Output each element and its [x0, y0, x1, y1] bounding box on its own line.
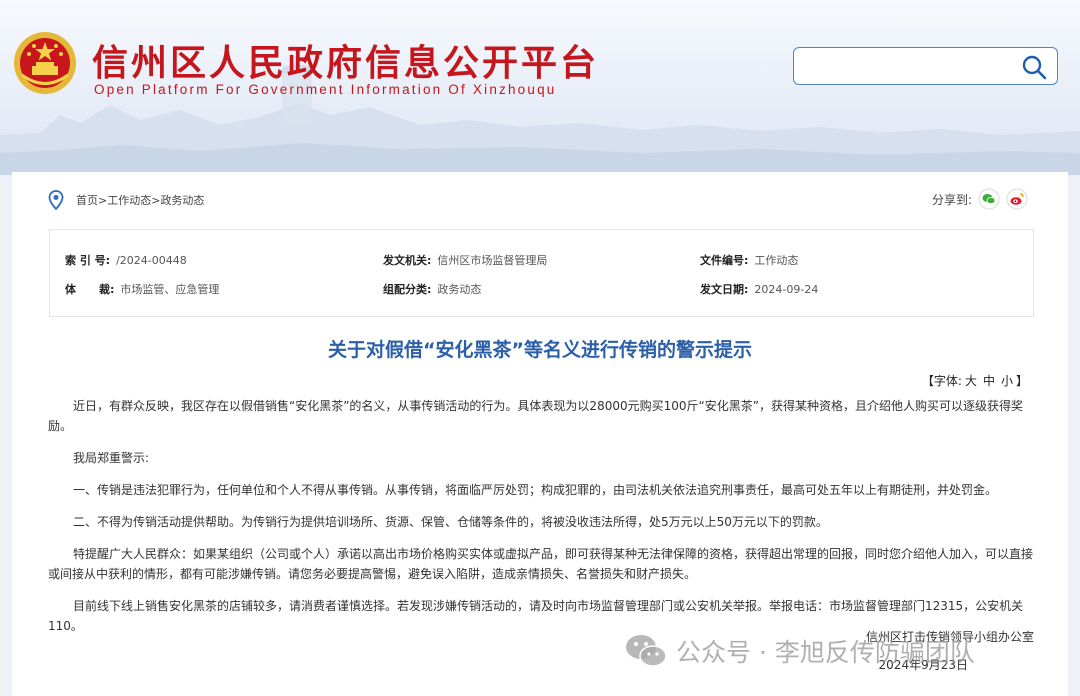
article-body: 近日，有群众反映，我区存在以假借销售“安化黑茶”的名义，从事传销活动的行为。具体… — [48, 396, 1036, 648]
article-paragraph: 特提醒广大人民群众：如果某组织（公司或个人）承诺以高出市场价格购买实体或虚拟产品… — [48, 547, 1034, 581]
breadcrumb-work-news-link[interactable]: 工作动态 — [107, 194, 151, 207]
national-emblem-logo — [14, 32, 76, 94]
meta-issuing-agency: 发文机关: 信州区市场监督管理局 — [383, 254, 548, 267]
article-paragraph: 近日，有群众反映，我区存在以假借销售“安化黑茶”的名义，从事传销活动的行为。具体… — [48, 399, 1023, 433]
font-size-large-button[interactable]: 大 — [965, 374, 977, 388]
font-size-medium-button[interactable]: 中 — [983, 374, 995, 388]
watermark-text: 公众号 · 李旭反传防骗团队 — [676, 638, 975, 667]
meta-genre: 体 裁: 市场监管、应急管理 — [65, 283, 220, 296]
meta-document-number: 文件编号: 工作动态 — [700, 254, 799, 267]
site-subtitle: Open Platform For Government Information… — [94, 82, 557, 97]
meta-issue-date: 发文日期: 2024-09-24 — [700, 283, 819, 296]
search-input[interactable] — [804, 56, 1014, 78]
site-title: 信州区人民政府信息公开平台 — [92, 43, 600, 84]
breadcrumb-home-link[interactable]: 首页 — [76, 194, 98, 207]
wechat-watermark: 公众号 · 李旭反传防骗团队 — [624, 632, 975, 670]
meta-index-number: 索 引 号:/2024-00448 — [65, 254, 187, 267]
article-paragraph: 我局郑重警示: — [73, 451, 150, 465]
search-icon[interactable] — [1021, 54, 1047, 80]
breadcrumb-separator: > — [98, 194, 108, 207]
wechat-logo-icon — [626, 635, 667, 667]
font-size-label-close: 】 — [1015, 374, 1028, 388]
breadcrumb-gov-news-link[interactable]: 政务动态 — [160, 194, 204, 207]
document-metadata-table: 索 引 号:/2024-00448 发文机关: 信州区市场监督管理局 文件编号: 工… — [49, 229, 1034, 317]
breadcrumb: 首页>工作动态>政务动态 — [48, 190, 204, 210]
article-paragraph: 一、传销是违法犯罪行为，任何单位和个人不得从事传销。从事传销，将面临严厉处罚；构… — [73, 483, 998, 497]
weibo-share-icon[interactable] — [1006, 188, 1028, 210]
location-pin-icon — [48, 190, 64, 210]
header-banner: 信州区人民政府信息公开平台 Open Platform For Governme… — [0, 0, 1080, 175]
article-paragraph: 二、不得为传销活动提供帮助。为传销行为提供培训场所、货源、保管、仓储等条件的，将… — [73, 515, 828, 529]
article-title: 关于对假借“安化黑茶”等名义进行传销的警示提示 — [328, 339, 752, 361]
article-card: 首页>工作动态>政务动态 分享到: 索 引 号:/2024-00448 发文机关… — [12, 172, 1068, 696]
meta-category: 组配分类: 政务动态 — [383, 283, 482, 296]
share-bar: 分享到: — [932, 188, 1028, 210]
font-size-label: 【字体: — [921, 374, 962, 388]
wechat-share-icon[interactable] — [978, 188, 1000, 210]
font-size-control: 【字体: 大中小】 — [922, 372, 1028, 389]
share-label: 分享到: — [931, 192, 972, 207]
font-size-small-button[interactable]: 小 — [1001, 374, 1013, 388]
search-box — [793, 47, 1058, 85]
